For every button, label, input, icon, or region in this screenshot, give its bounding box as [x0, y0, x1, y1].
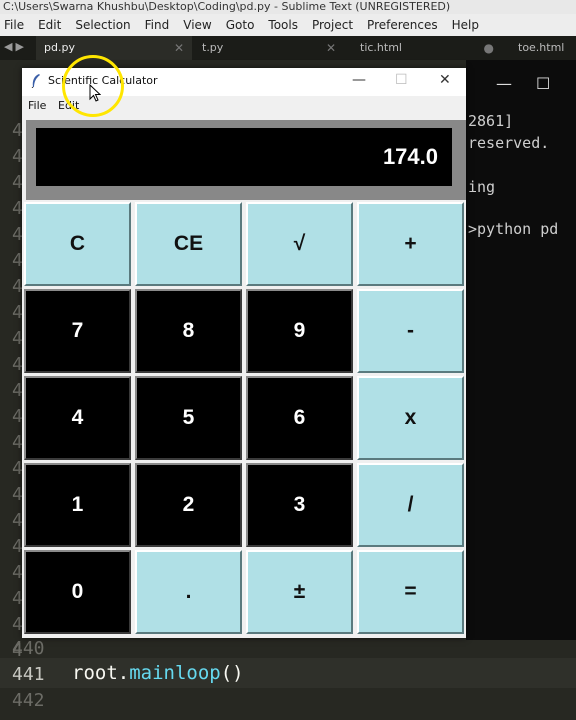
feather-icon: [31, 74, 40, 88]
key-sqrt[interactable]: √: [246, 202, 353, 286]
tab-tic-html[interactable]: tic.html ●: [352, 36, 502, 60]
console-line: reserved.: [468, 134, 550, 152]
line-number-442: 442: [12, 690, 45, 711]
calc-menu-file[interactable]: File: [28, 99, 46, 112]
key-clear[interactable]: C: [24, 202, 131, 286]
close-icon[interactable]: ✕: [439, 72, 451, 88]
sublime-title-bar: C:\Users\Swarna Khushbu\Desktop\Coding\p…: [0, 0, 576, 14]
tab-t-py[interactable]: t.py ✕: [194, 36, 344, 60]
key-minus[interactable]: -: [357, 289, 464, 373]
code-identifier: root: [72, 662, 118, 684]
line-number-440: 440: [12, 638, 45, 659]
key-multiply[interactable]: x: [357, 376, 464, 460]
tab-label: t.py: [202, 41, 224, 54]
tab-label: toe.html: [518, 41, 565, 54]
sublime-menu-bar: File Edit Selection Find View Goto Tools…: [0, 14, 576, 36]
code-dot: .: [117, 662, 130, 684]
menu-file[interactable]: File: [4, 18, 24, 32]
key-decimal[interactable]: .: [135, 550, 242, 634]
key-plus[interactable]: +: [357, 202, 464, 286]
key-clear-entry[interactable]: CE: [135, 202, 242, 286]
tab-scroll-arrows-icon[interactable]: ◀▶: [4, 40, 27, 53]
menu-tools[interactable]: Tools: [268, 18, 298, 32]
code-parens: (): [220, 662, 244, 684]
minimize-icon[interactable]: —: [352, 72, 366, 88]
key-7[interactable]: 7: [24, 289, 131, 373]
console-line: ing: [468, 178, 496, 196]
mouse-pointer-icon: [89, 84, 101, 102]
key-6[interactable]: 6: [246, 376, 353, 460]
menu-selection[interactable]: Selection: [75, 18, 130, 32]
keypad: C CE √ +7 8 9- 4 5 6 x 1 2 3/ 0. ± =: [22, 202, 466, 638]
key-4[interactable]: 4: [24, 376, 131, 460]
key-2[interactable]: 2: [135, 463, 242, 547]
line-number-441: 441: [12, 664, 45, 685]
key-equals[interactable]: =: [357, 550, 464, 634]
dirty-dot-icon[interactable]: ●: [484, 36, 494, 60]
display-frame: 174.0: [26, 120, 466, 200]
key-0[interactable]: 0: [24, 550, 131, 634]
code-line-441[interactable]: root.mainloop(): [72, 662, 244, 684]
key-8[interactable]: 8: [135, 289, 242, 373]
tab-label: pd.py: [44, 41, 75, 54]
calculator-window: Scientific Calculator — ☐ ✕ File Edit 17…: [22, 68, 466, 638]
key-5[interactable]: 5: [135, 376, 242, 460]
menu-goto[interactable]: Goto: [226, 18, 255, 32]
menu-find[interactable]: Find: [145, 18, 170, 32]
console-window: — ☐ 2861] reserved. ing >python pd: [466, 60, 576, 640]
minimize-icon[interactable]: —: [496, 74, 512, 93]
key-divide[interactable]: /: [357, 463, 464, 547]
console-line: >python pd: [468, 220, 559, 238]
key-3[interactable]: 3: [246, 463, 353, 547]
maximize-icon[interactable]: ☐: [536, 74, 550, 93]
menu-help[interactable]: Help: [452, 18, 479, 32]
key-9[interactable]: 9: [246, 289, 353, 373]
close-icon[interactable]: ✕: [326, 36, 336, 60]
menu-preferences[interactable]: Preferences: [367, 18, 438, 32]
close-icon[interactable]: ✕: [174, 36, 184, 60]
menu-project[interactable]: Project: [312, 18, 353, 32]
code-function: mainloop: [129, 662, 221, 684]
key-1[interactable]: 1: [24, 463, 131, 547]
menu-view[interactable]: View: [183, 18, 211, 32]
key-plus-minus[interactable]: ±: [246, 550, 353, 634]
console-line: 2861]: [468, 112, 514, 130]
tab-toe-html[interactable]: toe.html: [510, 36, 576, 60]
tab-pd-py[interactable]: pd.py ✕: [36, 36, 192, 60]
tab-label: tic.html: [360, 41, 402, 54]
menu-edit[interactable]: Edit: [38, 18, 61, 32]
maximize-icon[interactable]: ☐: [395, 72, 408, 88]
calculator-display: 174.0: [36, 128, 452, 186]
